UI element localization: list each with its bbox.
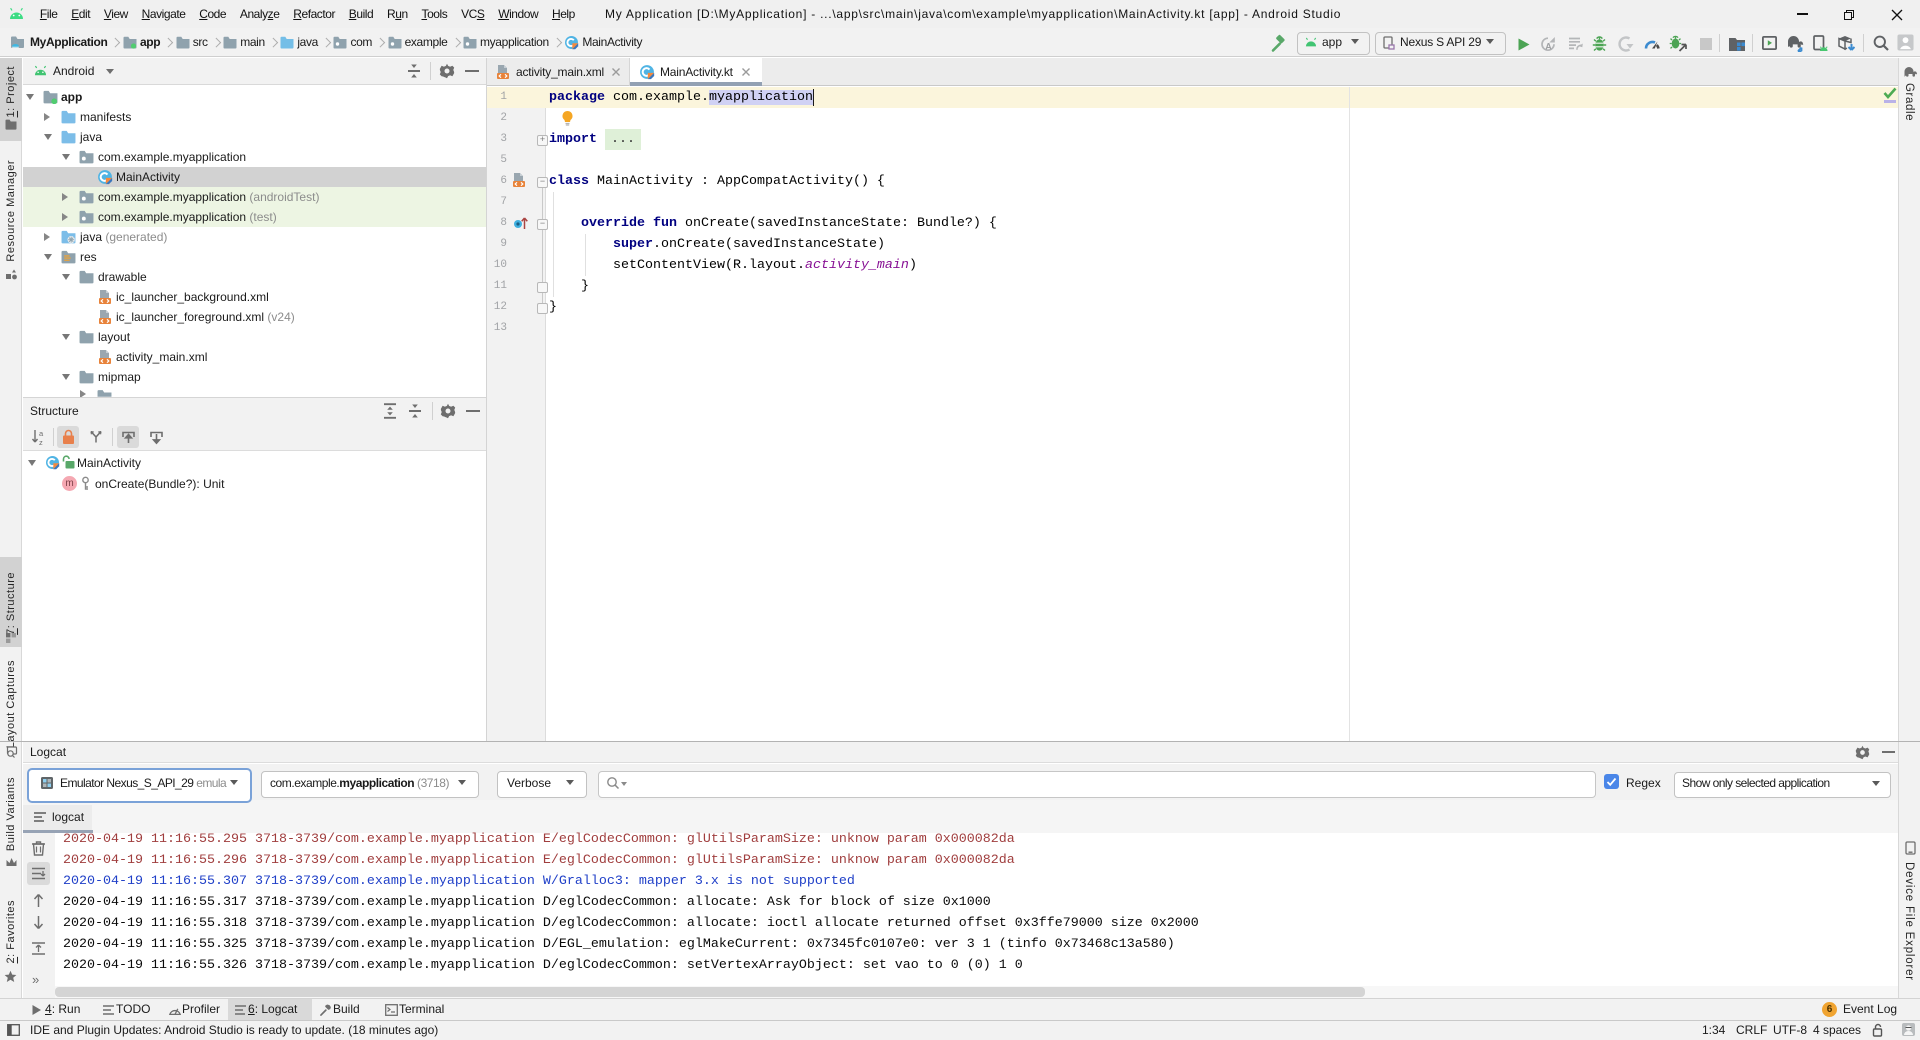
svg-text:a: a [39, 429, 44, 438]
svg-text:z: z [39, 438, 43, 446]
svg-text:A: A [1545, 42, 1552, 52]
